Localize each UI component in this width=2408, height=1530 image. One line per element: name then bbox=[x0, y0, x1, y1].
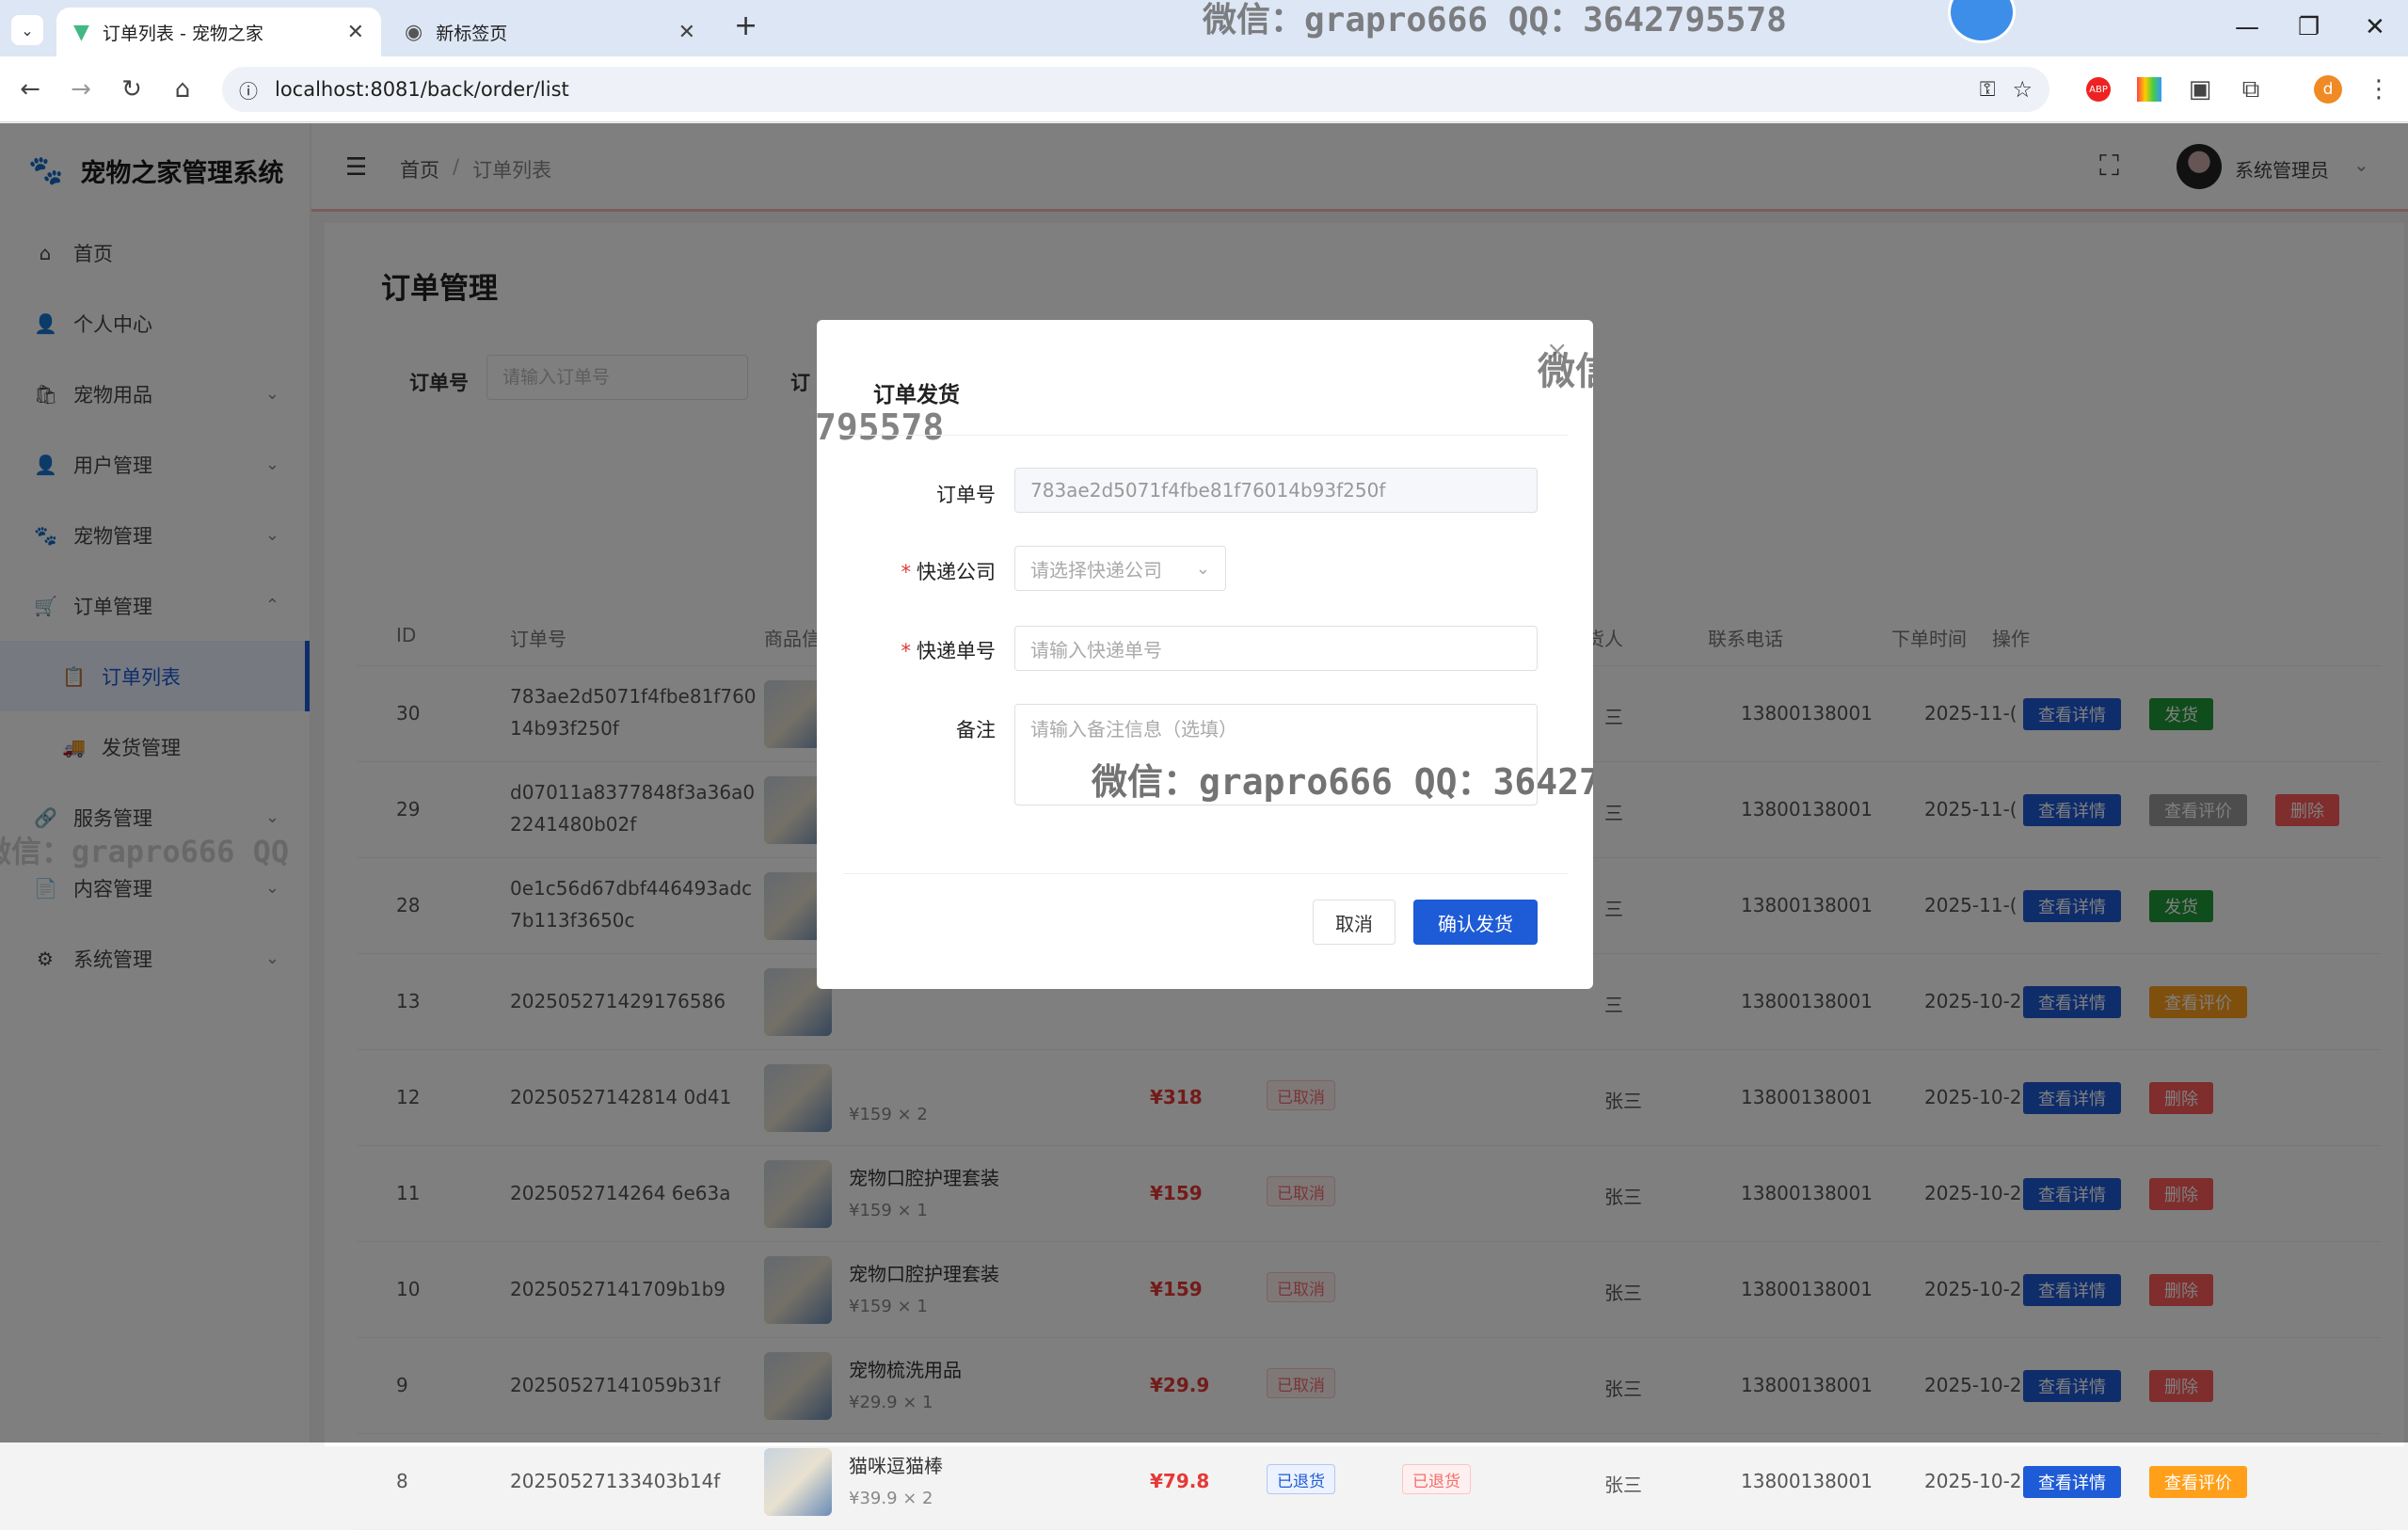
cell-time: 2025-10-2 bbox=[1924, 1470, 2022, 1492]
courier-select[interactable]: 请选择快递公司 ⌄ bbox=[1014, 546, 1226, 591]
extension-icon[interactable]: ▣ bbox=[2183, 72, 2217, 106]
dialog-footer-divider bbox=[843, 873, 1568, 874]
forward-icon[interactable]: → bbox=[64, 72, 98, 106]
puzzle-extensions-icon[interactable]: ⧉ bbox=[2234, 72, 2268, 106]
dialog-title: 订单发货 bbox=[873, 383, 960, 407]
browser-tab-strip: ⌄ ▼ 订单列表 - 宠物之家 ✕ ◉ 新标签页 ✕ + 微信：grapro66… bbox=[0, 0, 2408, 56]
watermark: 微信：grapro666 QQ：36427 bbox=[1092, 761, 1593, 803]
cancel-button[interactable]: 取消 bbox=[1313, 900, 1395, 945]
cell-phone: 13800138001 bbox=[1741, 1470, 1873, 1492]
cell-price: ¥79.8 bbox=[1150, 1470, 1210, 1492]
close-tab-icon[interactable]: ✕ bbox=[347, 21, 364, 44]
cell-goods-qty: ¥39.9 × 2 bbox=[849, 1489, 933, 1508]
browser-toolbar: ← → ↻ ⌂ ⓘ localhost:8081/back/order/list… bbox=[0, 56, 2408, 122]
minimize-icon[interactable]: — bbox=[2235, 13, 2259, 41]
action-button[interactable]: 查看评价 bbox=[2149, 1466, 2247, 1498]
address-bar[interactable]: ⓘ localhost:8081/back/order/list ⚿ ☆ bbox=[222, 67, 2049, 112]
site-info-icon[interactable]: ⓘ bbox=[239, 76, 258, 104]
ship-status-badge: 已退货 bbox=[1402, 1464, 1471, 1494]
cell-receiver: 张三 bbox=[1604, 1474, 1642, 1496]
close-window-icon[interactable]: ✕ bbox=[2365, 13, 2385, 41]
courier-select-placeholder: 请选择快递公司 bbox=[1030, 558, 1162, 582]
watermark: 微信：grapro666 QQ：3642795578 bbox=[1203, 1, 1787, 40]
watermark: 795578 bbox=[817, 406, 945, 448]
company-label: * 快递公司 bbox=[901, 561, 997, 583]
tab-search-icon[interactable]: ⌄ bbox=[11, 15, 43, 45]
floating-widget-icon[interactable] bbox=[1948, 0, 2016, 43]
dialog-header-divider bbox=[843, 435, 1568, 436]
bookmark-star-icon[interactable]: ☆ bbox=[2012, 76, 2033, 103]
url-text: localhost:8081/back/order/list bbox=[275, 78, 569, 101]
more-menu-icon[interactable]: ⋮ bbox=[2362, 72, 2396, 106]
status-badge: 已退货 bbox=[1267, 1464, 1335, 1494]
tracking-input[interactable]: 请输入快递单号 bbox=[1014, 626, 1538, 671]
chevron-down-icon: ⌄ bbox=[1195, 558, 1210, 579]
globe-icon: ◉ bbox=[405, 20, 423, 44]
tab-title: 订单列表 - 宠物之家 bbox=[102, 23, 263, 44]
color-extension-icon[interactable] bbox=[2132, 72, 2166, 106]
cell-order-no: 20250527133403b14f bbox=[510, 1470, 721, 1492]
table-row: 8 20250527133403b14f 猫咪逗猫棒 ¥39.9 × 2 ¥79.8 已退… bbox=[358, 1434, 2381, 1530]
tab-new-tab[interactable]: ◉ 新标签页 ✕ bbox=[388, 8, 712, 56]
vue-logo-icon: ▼ bbox=[73, 20, 89, 44]
watermark: 微信 bbox=[1538, 350, 1593, 393]
adblock-extension-icon[interactable]: ABP bbox=[2081, 72, 2115, 106]
reload-icon[interactable]: ↻ bbox=[115, 72, 149, 106]
password-key-icon[interactable]: ⚿ bbox=[1980, 78, 1996, 102]
restore-icon[interactable]: ❐ bbox=[2298, 13, 2320, 41]
back-icon[interactable]: ← bbox=[13, 72, 47, 106]
ship-order-dialog: 订单发货 × 微信 795578 订单号 783ae2d5071f4fbe81f… bbox=[817, 320, 1593, 989]
profile-avatar[interactable]: d bbox=[2311, 72, 2345, 106]
close-tab-icon[interactable]: ✕ bbox=[678, 21, 695, 44]
cell-goods-name: 猫咪逗猫棒 bbox=[849, 1455, 943, 1477]
action-button[interactable]: 查看详情 bbox=[2023, 1466, 2121, 1498]
tab-order-list[interactable]: ▼ 订单列表 - 宠物之家 ✕ bbox=[56, 8, 381, 56]
product-thumbnail bbox=[764, 1448, 832, 1516]
remark-label: 备注 bbox=[956, 719, 996, 741]
cell-id: 8 bbox=[396, 1470, 408, 1492]
confirm-ship-button[interactable]: 确认发货 bbox=[1413, 900, 1538, 945]
order-no-field: 783ae2d5071f4fbe81f76014b93f250f bbox=[1014, 468, 1538, 513]
home-icon[interactable]: ⌂ bbox=[166, 72, 199, 106]
tab-title: 新标签页 bbox=[436, 23, 508, 44]
new-tab-button[interactable]: + bbox=[734, 9, 757, 42]
order-no-label: 订单号 bbox=[936, 484, 996, 506]
tracking-label: * 快递单号 bbox=[901, 640, 997, 662]
